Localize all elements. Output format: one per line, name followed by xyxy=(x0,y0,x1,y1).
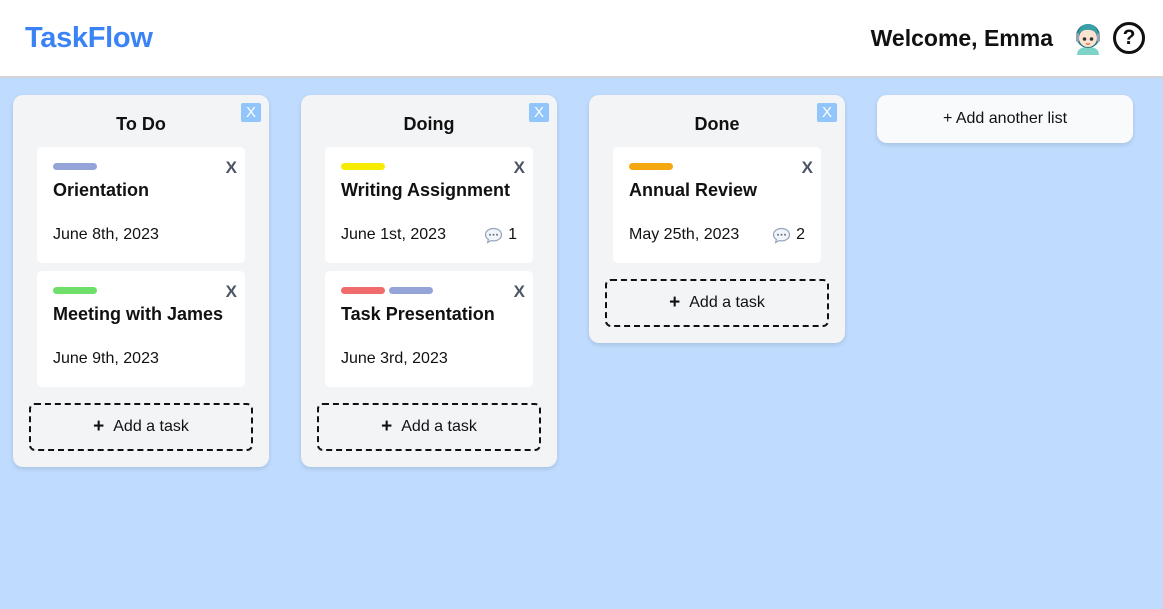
card-delete-button[interactable]: X xyxy=(514,282,525,302)
avatar-icon[interactable] xyxy=(1071,19,1105,57)
card-label xyxy=(629,163,673,170)
card-date: June 3rd, 2023 xyxy=(341,350,448,367)
task-card[interactable]: X Task Presentation June 3rd, 2023 xyxy=(325,271,533,387)
card-title: Writing Assignment xyxy=(341,180,511,200)
card-comments[interactable]: 2 xyxy=(772,226,805,244)
card-title: Meeting with James xyxy=(53,304,224,324)
card-footer: June 9th, 2023 xyxy=(53,350,229,368)
help-glyph: ? xyxy=(1122,26,1136,49)
card-labels xyxy=(629,163,805,170)
card-title: Annual Review xyxy=(629,180,758,200)
card-date: June 8th, 2023 xyxy=(53,226,159,243)
comment-icon xyxy=(484,227,503,244)
add-list-button[interactable]: + Add another list xyxy=(877,95,1133,143)
card-comments[interactable]: 1 xyxy=(484,226,517,244)
list-doing: X Doing X Writing Assignment June 1st, 2… xyxy=(301,95,557,467)
comment-count: 2 xyxy=(796,226,805,243)
task-card[interactable]: X Writing Assignment June 1st, 2023 1 xyxy=(325,147,533,263)
card-label xyxy=(341,287,385,294)
card-title: Task Presentation xyxy=(341,304,495,324)
card-label xyxy=(341,163,385,170)
card-labels xyxy=(341,163,517,170)
add-task-button[interactable]: + Add a task xyxy=(29,403,253,451)
help-icon[interactable]: ? xyxy=(1113,22,1145,54)
welcome-text: Welcome, Emma xyxy=(870,24,1053,51)
plus-icon: + xyxy=(669,292,681,313)
app-header: TaskFlow Welcome, Emma ? xyxy=(0,0,1163,78)
list-close-button[interactable]: X xyxy=(529,103,549,122)
add-task-label: Add a task xyxy=(689,294,765,311)
header-user-area: Welcome, Emma ? xyxy=(871,19,1145,57)
list-title: Doing xyxy=(403,114,455,134)
board: X To Do X Orientation June 8th, 2023 X M… xyxy=(0,78,1163,609)
card-delete-button[interactable]: X xyxy=(514,158,525,178)
card-label xyxy=(53,287,97,294)
add-task-label: Add a task xyxy=(401,418,477,435)
task-card[interactable]: X Annual Review May 25th, 2023 2 xyxy=(613,147,821,263)
card-delete-button[interactable]: X xyxy=(226,282,237,302)
card-date: June 1st, 2023 xyxy=(341,226,446,243)
card-labels xyxy=(53,287,229,294)
list-close-button[interactable]: X xyxy=(241,103,261,122)
card-footer: May 25th, 2023 2 xyxy=(629,226,805,244)
app-logo[interactable]: TaskFlow xyxy=(25,22,153,55)
add-task-label: Add a task xyxy=(113,418,189,435)
list-title: Done xyxy=(694,114,740,134)
card-delete-button[interactable]: X xyxy=(226,158,237,178)
card-date: June 9th, 2023 xyxy=(53,350,159,367)
plus-icon: + xyxy=(381,416,393,437)
task-card[interactable]: X Meeting with James June 9th, 2023 xyxy=(37,271,245,387)
card-label xyxy=(389,287,433,294)
card-title: Orientation xyxy=(53,180,150,200)
card-footer: June 8th, 2023 xyxy=(53,226,229,244)
list-title: To Do xyxy=(116,114,166,134)
card-labels xyxy=(53,163,229,170)
card-delete-button[interactable]: X xyxy=(802,158,813,178)
card-labels xyxy=(341,287,517,294)
list-done: X Done X Annual Review May 25th, 2023 2 xyxy=(589,95,845,343)
comment-count: 1 xyxy=(508,226,517,243)
list-to-do: X To Do X Orientation June 8th, 2023 X M… xyxy=(13,95,269,467)
list-close-button[interactable]: X xyxy=(817,103,837,122)
add-task-button[interactable]: + Add a task xyxy=(605,279,829,327)
card-footer: June 3rd, 2023 xyxy=(341,350,517,368)
task-card[interactable]: X Orientation June 8th, 2023 xyxy=(37,147,245,263)
card-date: May 25th, 2023 xyxy=(629,226,740,243)
plus-icon: + xyxy=(93,416,105,437)
card-footer: June 1st, 2023 1 xyxy=(341,226,517,244)
add-task-button[interactable]: + Add a task xyxy=(317,403,541,451)
comment-icon xyxy=(772,227,791,244)
card-label xyxy=(53,163,97,170)
